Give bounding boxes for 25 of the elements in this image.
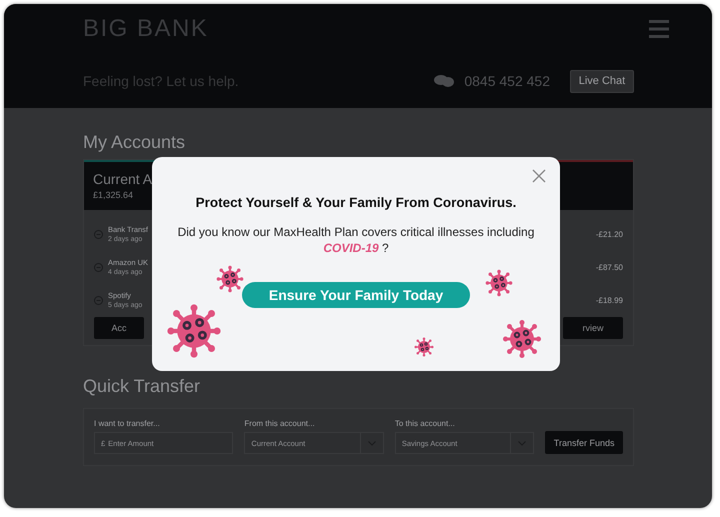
- transaction-amount: -£87.50: [596, 263, 623, 272]
- account-balance: £1,325.64: [93, 190, 134, 200]
- account-name: Current A: [93, 171, 154, 187]
- virus-icon: [502, 319, 542, 359]
- promo-title: Protect Yourself & Your Family From Coronavirus.: [196, 195, 516, 210]
- transaction-amount: -£18.99: [596, 296, 623, 305]
- virus-icon: [216, 265, 244, 293]
- account-button[interactable]: rview: [563, 317, 623, 339]
- close-icon[interactable]: [532, 169, 546, 183]
- transaction-amount: -£21.20: [596, 230, 623, 239]
- virus-icon: [414, 337, 434, 357]
- field-label: From this account...: [244, 419, 316, 428]
- virus-icon: [485, 269, 513, 297]
- field-label: To this account...: [394, 419, 456, 428]
- live-chat-button[interactable]: Live Chat: [570, 70, 634, 92]
- promo-message: Did you know our MaxHealth Plan covers critical illnesses including COVID-19 ?: [176, 224, 536, 256]
- virus-icon: [166, 303, 222, 359]
- section-title: Quick Transfer: [83, 377, 202, 395]
- chat-bubbles-icon: [434, 75, 454, 87]
- menu-icon[interactable]: [649, 20, 669, 38]
- ensure-family-button[interactable]: Ensure Your Family Today: [242, 282, 470, 308]
- phone-number: 0845 452 452: [464, 73, 550, 89]
- transfer-funds-button[interactable]: Transfer Funds: [545, 431, 623, 454]
- field-label: I want to transfer...: [94, 419, 161, 428]
- account-button[interactable]: Acc: [94, 317, 144, 339]
